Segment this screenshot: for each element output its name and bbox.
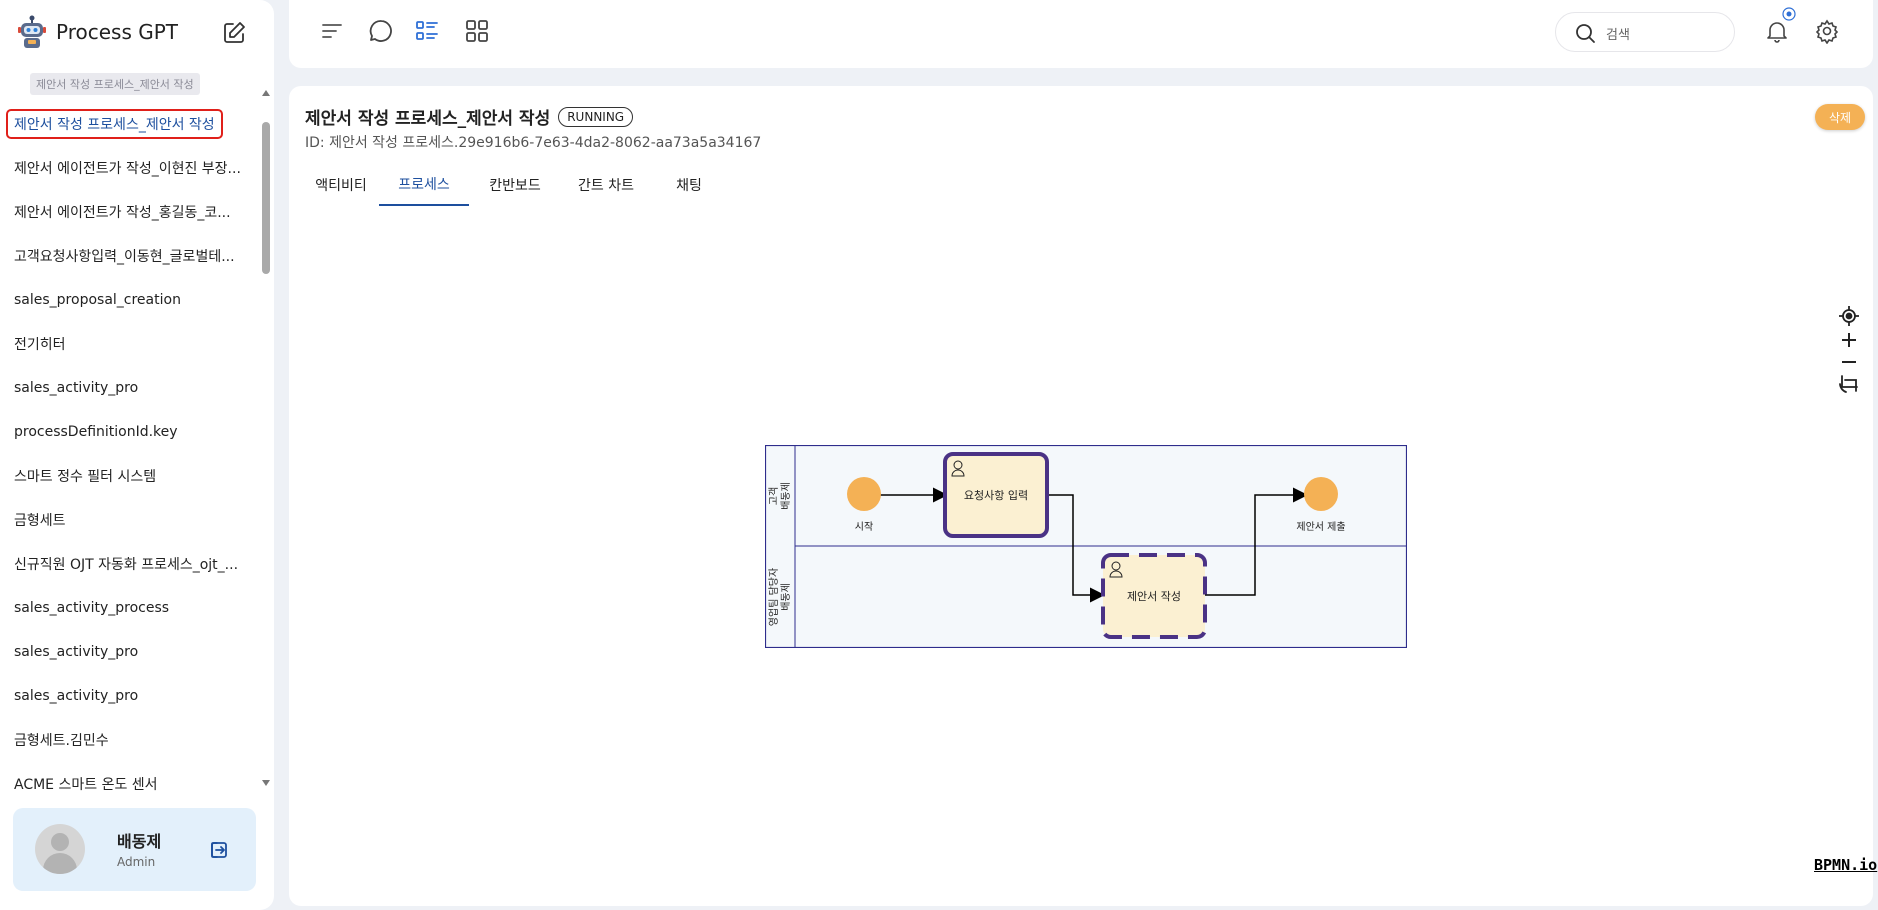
list-item-label: sales_proposal_creation — [14, 292, 181, 308]
notification-dot-icon — [1782, 7, 1796, 21]
user-role: Admin — [117, 855, 156, 869]
page-title: 제안서 작성 프로세스_제안서 작성 — [305, 109, 551, 129]
logout-icon[interactable] — [209, 840, 229, 860]
avatar[interactable] — [35, 824, 85, 874]
user-card: 배동제 Admin — [13, 808, 256, 891]
tab-process[interactable]: 프로세스 — [379, 164, 469, 206]
list-item-label: 스마트 정수 필터 시스템 — [14, 469, 157, 485]
list-item-label: 제안서 작성 프로세스_제안서 작성 — [6, 109, 223, 139]
topbar: 검색 — [289, 0, 1873, 68]
list-item[interactable]: 금형세트 — [0, 498, 262, 542]
list-item[interactable]: 금형세트.김민수 — [0, 718, 262, 762]
tab-activity[interactable]: 액티비티 — [305, 164, 377, 206]
scroll-thumb[interactable] — [262, 122, 270, 274]
list-item[interactable]: 전기히터 — [0, 322, 262, 366]
edit-icon[interactable] — [221, 20, 247, 46]
list-item[interactable]: 신규직원 OJT 자동화 프로세스_ojt_... — [0, 542, 262, 586]
gear-icon[interactable] — [1814, 18, 1840, 44]
task-list-icon[interactable] — [414, 18, 440, 44]
tooltip: 제안서 작성 프로세스_제안서 작성 — [30, 73, 200, 95]
chat-bubble-icon[interactable] — [368, 18, 394, 44]
list-item[interactable]: 고객요청사항입력_이동현_글로벌테... — [0, 234, 262, 278]
process-id: ID: 제안서 작성 프로세스.29e916b6-7e63-4da2-8062-… — [305, 135, 762, 151]
scroll-down-arrow-icon[interactable] — [262, 780, 270, 786]
list-item[interactable]: 스마트 정수 필터 시스템 — [0, 454, 262, 498]
search-input[interactable]: 검색 — [1555, 12, 1735, 52]
zoom-out-icon[interactable] — [1837, 350, 1861, 374]
list-item[interactable]: sales_proposal_creation — [0, 278, 262, 322]
list-item[interactable]: sales_activity_pro — [0, 630, 262, 674]
brand[interactable]: Process GPT — [16, 14, 178, 50]
list-item[interactable]: processDefinitionId.key — [0, 410, 262, 454]
tab-kanban[interactable]: 칸반보드 — [475, 164, 555, 206]
list-item[interactable]: sales_activity_pro — [0, 674, 262, 718]
list-item-label: 신규직원 OJT 자동화 프로세스_ojt_... — [14, 557, 239, 573]
process-list: 제안서 작성 프로세스_제안서 작성 제안서 에이전트가 작성_이현진 부장..… — [0, 102, 262, 806]
start-event[interactable] — [847, 477, 881, 511]
search-placeholder: 검색 — [1606, 28, 1630, 43]
list-item[interactable]: 제안서 에이전트가 작성_홍길동_코... — [0, 190, 262, 234]
status-badge: RUNNING — [558, 106, 634, 127]
list-item[interactable]: ACME 스마트 온도 센서 — [0, 762, 262, 806]
end-event-label: 제안서 제출 — [1296, 521, 1345, 533]
list-item-label: 금형세트 — [14, 513, 66, 529]
zoom-in-icon[interactable] — [1837, 328, 1861, 352]
bpmn-io-watermark[interactable]: BPMN.io — [1814, 856, 1877, 874]
grid-icon[interactable] — [464, 18, 490, 44]
list-item[interactable]: 제안서 작성 프로세스_제안서 작성 — [0, 102, 262, 146]
list-item[interactable]: sales_activity_pro — [0, 366, 262, 410]
start-event-label: 시작 — [855, 521, 873, 533]
app-name: Process GPT — [56, 20, 179, 44]
list-item-label: processDefinitionId.key — [14, 424, 178, 440]
list-item-label: sales_activity_pro — [14, 380, 139, 396]
tab-chat[interactable]: 채팅 — [659, 164, 719, 206]
svg-text:배동제: 배동제 — [780, 583, 792, 611]
robot-logo-icon — [18, 15, 46, 48]
tab-gantt[interactable]: 간트 차트 — [561, 164, 651, 206]
list-item-label: 고객요청사항입력_이동현_글로벌테... — [14, 249, 235, 265]
list-item-label: 제안서 에이전트가 작성_이현진 부장... — [14, 161, 241, 177]
svg-text:고객: 고객 — [768, 487, 780, 505]
menu-lines-icon[interactable] — [319, 18, 345, 44]
user-name: 배동제 — [117, 832, 162, 851]
sidebar-scrollbar[interactable] — [262, 90, 270, 790]
search-icon — [1576, 24, 1595, 43]
title-row: 제안서 작성 프로세스_제안서 작성 RUNNING — [305, 104, 634, 129]
main-panel: 제안서 작성 프로세스_제안서 작성 RUNNING ID: 제안서 작성 프로… — [289, 86, 1877, 906]
list-item-label: sales_activity_pro — [14, 688, 139, 704]
list-item[interactable]: sales_activity_process — [0, 586, 262, 630]
svg-text:배동제: 배동제 — [780, 482, 792, 510]
list-item-label: sales_activity_process — [14, 600, 170, 616]
list-item-label: sales_activity_pro — [14, 644, 139, 660]
sidebar: Process GPT 제안서 작성 프로세스_제안서 작성 제안서 작성 프로… — [0, 0, 274, 910]
list-item-label: ACME 스마트 온도 센서 — [14, 777, 158, 793]
list-item-label: 제안서 에이전트가 작성_홍길동_코... — [14, 205, 231, 221]
scroll-up-arrow-icon[interactable] — [262, 90, 270, 96]
task-write-proposal-label: 제안서 작성 — [1127, 590, 1181, 603]
task-request-input-label: 요청사항 입력 — [964, 489, 1028, 502]
locate-icon[interactable] — [1837, 304, 1861, 328]
fit-view-icon[interactable] — [1837, 372, 1861, 396]
list-item[interactable]: 제안서 에이전트가 작성_이현진 부장... — [0, 146, 262, 190]
svg-text:영업팀 담당자: 영업팀 담당자 — [767, 568, 780, 626]
list-item-label: 금형세트.김민수 — [14, 733, 109, 749]
delete-button[interactable]: 삭제 — [1815, 104, 1865, 130]
list-item-label: 전기히터 — [14, 337, 66, 353]
end-event[interactable] — [1304, 477, 1338, 511]
bpmn-diagram: 고객 배동제 영업팀 담당자 배동제 시작 요청사항 입력 제안서 작성 제안서… — [765, 445, 1407, 648]
